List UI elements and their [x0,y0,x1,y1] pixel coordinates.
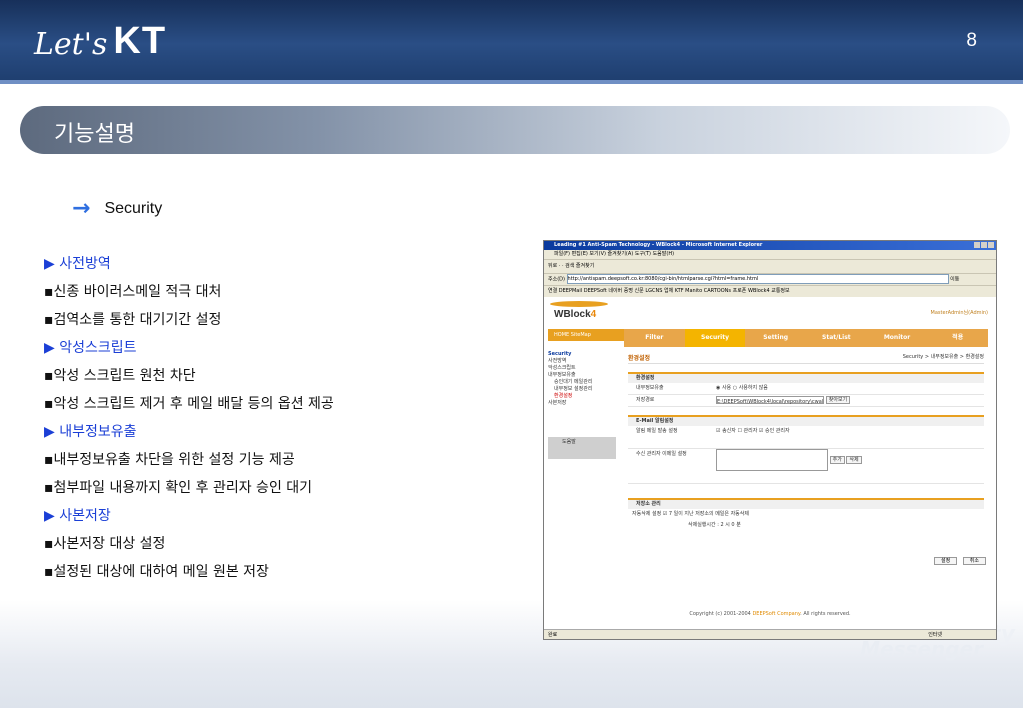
browser-screenshot: Leading #1 Anti-Spam Technology - WBlock… [543,240,997,640]
row-key: 내부정보유출 [636,385,664,391]
section-title: 기능설명 [54,122,135,147]
side-item: 내부정보 설정관리 [554,386,593,392]
side-item: 승인대기 메일관리 [554,379,593,385]
cancel-button: 취소 [962,557,986,565]
logo-wblock: WBlock [554,309,591,320]
watermark-line2: Messenger [860,637,983,661]
wblock-logo: WBlock4 [550,301,612,325]
side-item: 내부정보유출 [548,372,576,378]
group-head: 환경설정 [628,374,984,383]
side-item-active: 환경설정 [554,393,573,399]
list-item: ▪사본저장 대상 설정 [44,536,166,552]
logo-swoosh [550,301,608,307]
list-item: ▪신종 바이러스메일 적극 대처 [44,284,222,300]
copyright: Copyright (c) 2001-2004 DEEPSoft Company… [544,611,996,617]
list-item: ▪검역소를 통한 대기기간 설정 [44,312,222,328]
status-text: 완료 [548,632,558,638]
tab-security: Security [684,329,746,347]
header-bar: Let's KT 8 [0,0,1023,80]
row-key: 수신 관리자 이메일 설정 [636,451,687,457]
side-item: 사전방역 [548,358,567,364]
group-settings: 환경설정 내부정보유출 ◉ 사용 ○ 사용하지 않음 저장경로 E:\DEEPSof… [628,372,984,407]
add-button: 추가 [829,456,845,464]
group-email: E-Mail 알림설정 알림 메일 발송 설정 ☑ 송신자 ☐ 관리자 ☑ 승인 … [628,415,984,484]
list-item: ▶ 사본저장 [44,508,111,524]
save-button: 설정 [934,557,958,565]
feature-list: ▶ 사전방역 ▪신종 바이러스메일 적극 대처 ▪검역소를 통한 대기기간 설정… [44,253,334,589]
main-panel: 환경설정 Security > 내부정보유출 > 환경설정 환경설정 내부정보유… [628,353,984,531]
list-item: ▪악성 스크립트 제거 후 메일 배달 등의 옵션 제공 [44,396,334,412]
admin-label: MasterAdmin님(Admin) [930,310,988,316]
logo-4: 4 [590,309,597,320]
side-menu: Security 사전방역 악성스크립트 내부정보유출 승인대기 메일관리 내부… [548,351,616,407]
logo-lets: Let's [34,27,108,62]
status-bar: 완료 인터넷 [544,629,996,639]
nav-tabs: Filter Security Setting Stat/List Monito… [624,329,988,347]
browser-toolbar: 뒤로 · · 검색 즐겨찾기 [544,260,996,274]
list-item: ▪악성 스크립트 원천 차단 [44,368,196,384]
path-field: E:\DEEPSoft\WBlock4\local\repository\cwa… [716,395,825,405]
tab-filter: Filter [645,334,664,341]
help-box: 도움말 [548,437,616,459]
subtitle: → Security [72,196,162,221]
copyright-a: Copyright (c) 2001-2004 [689,611,753,617]
list-item: ▶ 내부정보유출 [44,424,137,440]
browse-button: 찾아보기 [825,395,851,404]
group-head: E-Mail 알림설정 [628,417,984,426]
status-zone: 인터넷 [928,632,942,638]
header-stripe [0,80,1023,84]
row-value: 삭제실행시간 : 2 시 0 분 [688,522,741,528]
maximize-icon [981,242,987,248]
home-sitemap: HOME SiteMap [548,329,626,341]
go-button: 이동 [950,276,960,283]
browser-titlebar: Leading #1 Anti-Spam Technology - WBlock… [544,241,996,250]
arrow-right-icon: → [72,196,91,221]
list-item: ▪첨부파일 내용까지 확인 후 관리자 승인 대기 [44,480,313,496]
address-bar: 주소(D) http://antispam.deepsoft.co.kr:808… [544,274,996,286]
address-label: 주소(D) [548,276,565,283]
tab-monitor: Monitor [883,334,911,341]
row-key: 알림 메일 발송 설정 [636,428,678,434]
kt-logo: Let's KT [34,16,166,60]
side-title: Security [548,351,572,357]
address-field: http://antispam.deepsoft.co.kr:8080/cgi-… [566,274,949,284]
side-item: 사본저장 [548,400,567,406]
row-key: 저장경로 [636,397,655,403]
subtitle-text: Security [104,199,163,217]
group-head: 저장소 관리 [628,500,984,509]
row-value: ◉ 사용 ○ 사용하지 않음 [716,385,768,391]
window-buttons [973,242,994,252]
browser-title: Leading #1 Anti-Spam Technology - WBlock… [554,242,763,248]
close-icon [988,242,994,248]
page-number: 8 [966,30,977,51]
web-page: WBlock4 MasterAdmin님(Admin) HOME SiteMap… [544,297,996,629]
logo-kt: KT [113,20,167,62]
delete-button: 삭제 [846,456,862,464]
row-value: 자동삭제 설정 ☑ 7 일이 지난 저장소의 메일은 자동삭제 [632,511,749,517]
copyright-c: . All rights reserved. [800,611,851,617]
copyright-company: DEEPSoft Company [752,611,801,617]
form-buttons: 설정 취소 [930,557,986,565]
tab-apply: 적용 [952,334,964,341]
browser-menubar: 파일(F) 편집(E) 보기(V) 즐겨찾기(A) 도구(T) 도움말(H) [544,250,996,260]
row-value: ☑ 송신자 ☐ 관리자 ☑ 승인 관리자 [716,428,790,434]
tab-stat-list: Stat/List [822,334,851,341]
group-storage: 저장소 관리 자동삭제 설정 ☑ 7 일이 지난 저장소의 메일은 자동삭제 삭… [628,498,984,531]
list-item: ▪설정된 대상에 대하여 메일 원본 저장 [44,564,269,580]
list-item: ▪내부정보유출 차단을 위한 설정 기능 제공 [44,452,295,468]
list-item: ▶ 사전방역 [44,256,111,272]
email-field [716,449,828,471]
minimize-icon [974,242,980,248]
side-item: 악성스크립트 [548,365,576,371]
tab-setting: Setting [763,334,789,341]
list-item: ▶ 악성스크립트 [44,340,137,356]
section-banner: 기능설명 [20,106,1010,154]
breadcrumb: Security > 내부정보유출 > 환경설정 [902,354,984,360]
